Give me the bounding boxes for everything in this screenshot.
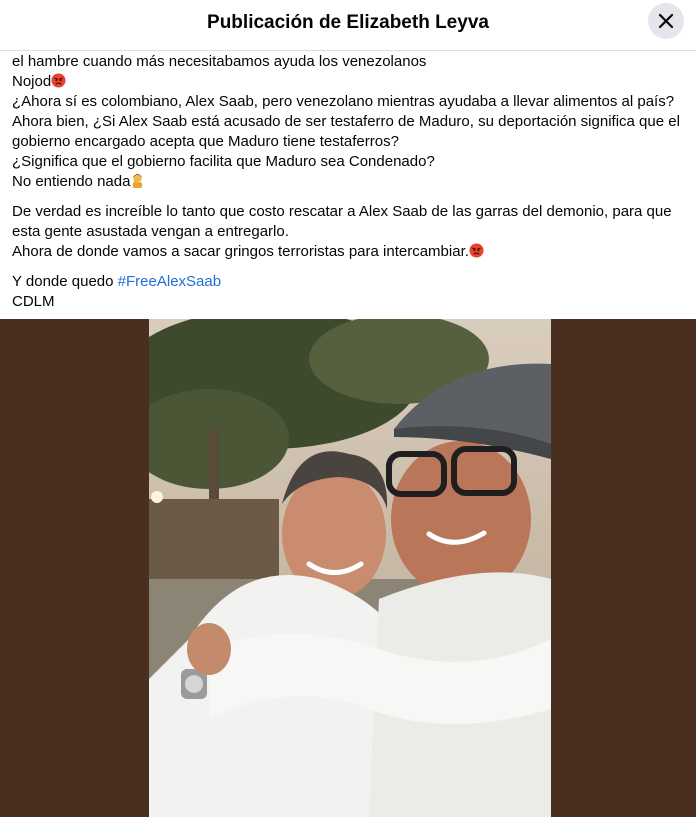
post-paragraph-2: De verdad es increíble lo tanto que cost… — [12, 202, 688, 262]
post-line: Nojod — [12, 73, 52, 90]
post-photo-image — [149, 319, 551, 817]
post-dialog-header: Publicación de Elizabeth Leyva — [0, 0, 696, 51]
post-line: Ahora bien, ¿Si Alex Saab está acusado d… — [12, 113, 680, 150]
dialog-title: Publicación de Elizabeth Leyva — [207, 12, 489, 33]
post-photo-container[interactable] — [0, 319, 696, 817]
post-paragraph-3: Y donde quedo #FreeAlexSaab CDLM — [12, 272, 688, 312]
hashtag-link[interactable]: #FreeAlexSaab — [118, 273, 221, 290]
closing-text: Y donde quedo — [12, 273, 118, 290]
post-paragraph-1: el hambre cuando más necesitabamos ayuda… — [12, 52, 688, 192]
post-line: No entiendo nada — [12, 173, 131, 190]
post-line: ¿Ahora sí es colombiano, Alex Saab, pero… — [12, 93, 675, 110]
close-button[interactable] — [648, 3, 684, 39]
post-line: Y donde quedo #FreeAlexSaab — [12, 272, 688, 292]
post-line: De verdad es increíble lo tanto que cost… — [12, 203, 672, 240]
post-photo[interactable] — [149, 319, 551, 817]
close-icon — [658, 13, 674, 29]
post-line: Ahora de donde vamos a sacar gringos ter… — [12, 243, 469, 260]
post-line: ¿Significa que el gobierno facilita que … — [12, 153, 435, 170]
post-line-with-emoji: Ahora de donde vamos a sacar gringos ter… — [12, 242, 688, 262]
post-signature: CDLM — [12, 293, 55, 310]
person-facepalming-icon — [133, 173, 143, 188]
post-line-with-emoji: Nojod — [12, 72, 688, 92]
post-line-with-emoji: No entiendo nada — [12, 172, 688, 192]
post-body: el hambre cuando más necesitabamos ayuda… — [12, 52, 688, 312]
angry-face-icon — [51, 73, 66, 88]
post-line: el hambre cuando más necesitabamos ayuda… — [12, 53, 427, 70]
angry-face-icon — [469, 243, 484, 258]
